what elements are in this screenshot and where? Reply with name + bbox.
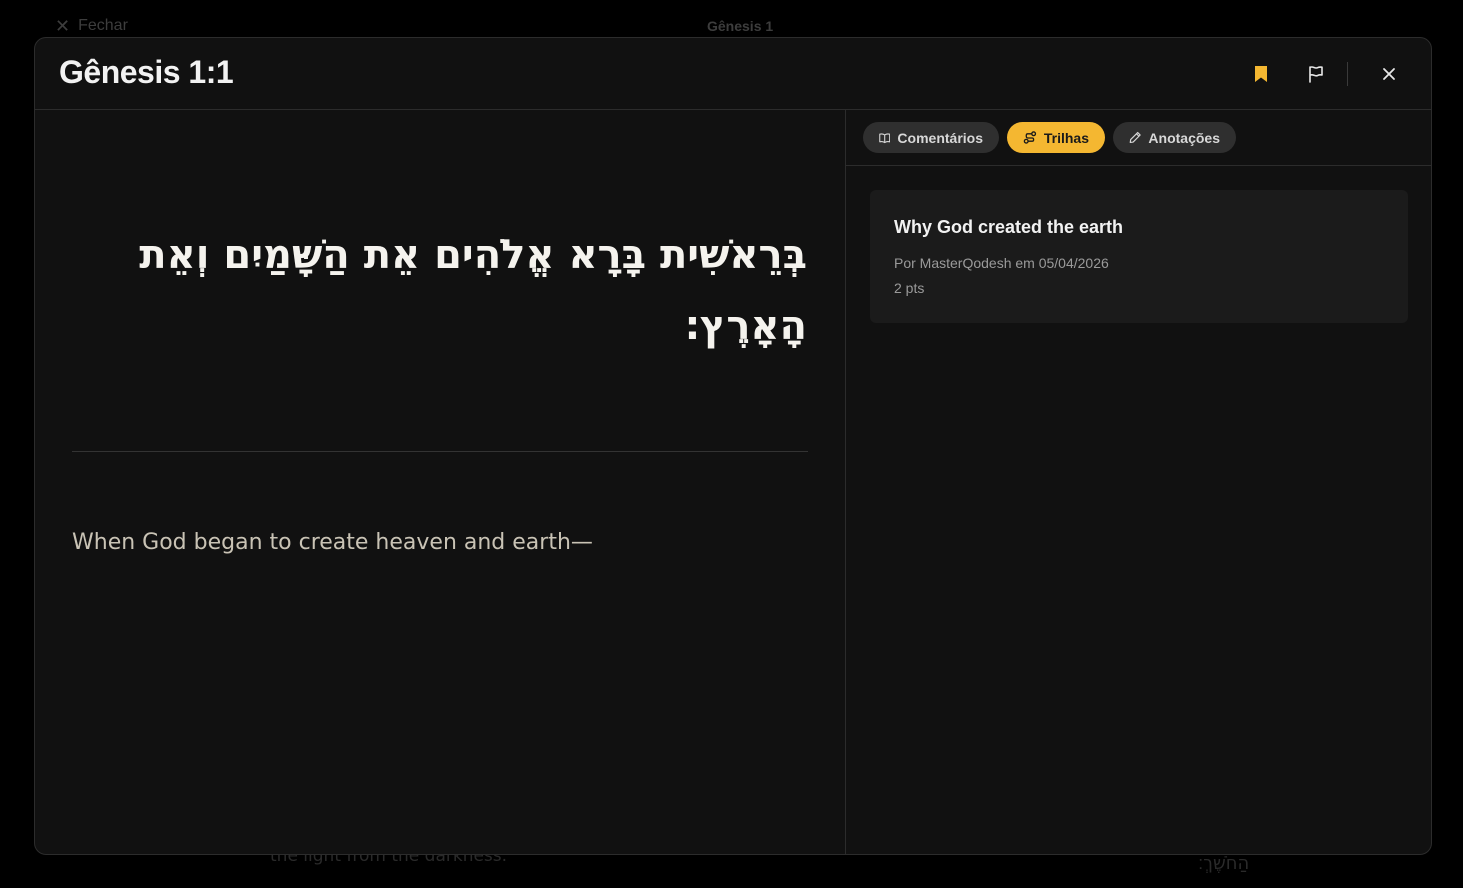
trail-card-points: 2 pts <box>894 280 925 296</box>
trail-card-author-date: Por MasterQodesh em 05/04/2026 <box>894 255 1109 271</box>
bookmark-button[interactable] <box>1249 62 1273 86</box>
tab-trilhas[interactable]: Trilhas <box>1007 122 1105 153</box>
book-open-icon <box>879 132 891 143</box>
route-icon <box>1023 131 1037 144</box>
verse-divider <box>72 451 808 452</box>
hebrew-verse-text: בְּרֵאשִׁית בָּרָא אֱלֹהִים אֵת הַשָּׁמַ… <box>139 232 807 349</box>
verse-reference-title: Gênesis 1:1 <box>59 54 234 90</box>
verse-translation-text: When God began to create heaven and eart… <box>72 530 593 555</box>
modal-close-button[interactable] <box>1377 62 1401 86</box>
tab-anotacoes[interactable]: Anotações <box>1113 122 1236 153</box>
study-side-panel: Comentários Trilhas Anotações Why God cr… <box>846 110 1431 854</box>
report-button[interactable] <box>1304 62 1328 86</box>
header-separator <box>1347 62 1348 86</box>
trail-card[interactable]: Why God created the earth Por MasterQode… <box>870 190 1408 323</box>
close-icon <box>1383 68 1395 80</box>
background-close-label: Fechar <box>78 17 128 34</box>
tab-comentarios[interactable]: Comentários <box>863 122 999 153</box>
tab-anotacoes-label: Anotações <box>1148 129 1220 146</box>
flag-icon <box>1309 66 1323 83</box>
verse-modal: Gênesis 1:1 בְּרֵאשִׁית בָּרָא אֱלֹהִים … <box>34 37 1432 855</box>
verse-text-pane: בְּרֵאשִׁית בָּרָא אֱלֹהִים אֵת הַשָּׁמַ… <box>35 110 846 854</box>
background-verse-hebrew: הַחֹשֶׁךְ׃ <box>1198 853 1250 874</box>
pencil-icon <box>1129 131 1141 144</box>
bookmark-filled-icon <box>1255 66 1267 82</box>
modal-header: Gênesis 1:1 <box>35 38 1431 110</box>
background-close-button[interactable]: ✕ Fechar <box>55 17 128 35</box>
tab-comentarios-label: Comentários <box>897 129 983 146</box>
close-icon: ✕ <box>55 16 71 36</box>
study-tabs: Comentários Trilhas Anotações <box>846 110 1431 166</box>
trail-card-title: Why God created the earth <box>894 217 1124 237</box>
tab-trilhas-label: Trilhas <box>1043 129 1089 146</box>
background-chapter-title: Gênesis 1 <box>707 18 774 34</box>
